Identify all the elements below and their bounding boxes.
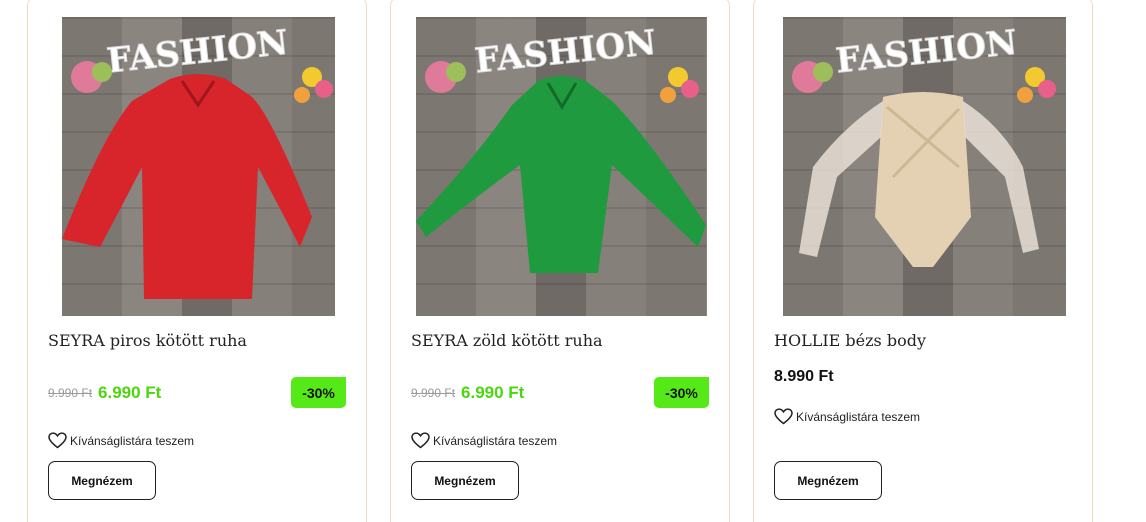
- product-name[interactable]: SEYRA piros kötött ruha: [48, 331, 247, 350]
- view-product-button[interactable]: Megnézem: [774, 461, 882, 500]
- photo-sign: FASHION: [834, 23, 1019, 82]
- product-image[interactable]: FASHION: [416, 17, 707, 316]
- product-card: FASHION HOLLIE bézs body 8.990 Ft Kíváns…: [753, 0, 1093, 522]
- product-image[interactable]: FASHION: [62, 17, 335, 316]
- product-name[interactable]: HOLLIE bézs body: [774, 331, 926, 350]
- product-name[interactable]: SEYRA zöld kötött ruha: [411, 331, 603, 350]
- view-product-button[interactable]: Megnézem: [48, 461, 156, 500]
- product-photo-graphic: FASHION: [62, 22, 333, 299]
- product-image[interactable]: FASHION: [783, 17, 1066, 316]
- add-to-wishlist[interactable]: Kívánságlistára teszem: [48, 432, 194, 449]
- view-product-button[interactable]: Megnézem: [411, 461, 519, 500]
- price-row: 9.990 Ft 6.990 Ft: [411, 381, 524, 405]
- heart-icon: [411, 432, 430, 449]
- price-row: 9.990 Ft 6.990 Ft: [48, 381, 161, 405]
- discount-badge: -30%: [291, 377, 346, 408]
- old-price: 9.990 Ft: [411, 386, 456, 400]
- wishlist-label: Kívánságlistára teszem: [70, 433, 195, 448]
- heart-icon: [48, 432, 67, 449]
- add-to-wishlist[interactable]: Kívánságlistára teszem: [411, 432, 557, 449]
- sale-price: 6.990 Ft: [461, 383, 525, 402]
- product-grid: FASHION SEYRA piros kötött ruha 9.990 Ft…: [0, 0, 1146, 522]
- photo-sign: FASHION: [105, 23, 290, 82]
- product-card: FASHION SEYRA zöld kötött ruha 9.990 Ft …: [390, 0, 730, 522]
- wishlist-label: Kívánságlistára teszem: [796, 409, 921, 424]
- discount-badge: -30%: [654, 377, 709, 408]
- price: 8.990 Ft: [774, 368, 834, 385]
- sale-price: 6.990 Ft: [98, 383, 162, 402]
- photo-sign: FASHION: [473, 23, 658, 82]
- heart-icon: [774, 408, 793, 425]
- old-price: 9.990 Ft: [48, 386, 93, 400]
- product-photo-graphic: FASHION: [792, 22, 1056, 267]
- add-to-wishlist[interactable]: Kívánságlistára teszem: [774, 408, 920, 425]
- product-card: FASHION SEYRA piros kötött ruha 9.990 Ft…: [27, 0, 367, 522]
- wishlist-label: Kívánságlistára teszem: [433, 433, 558, 448]
- product-photo-graphic: FASHION: [416, 22, 706, 273]
